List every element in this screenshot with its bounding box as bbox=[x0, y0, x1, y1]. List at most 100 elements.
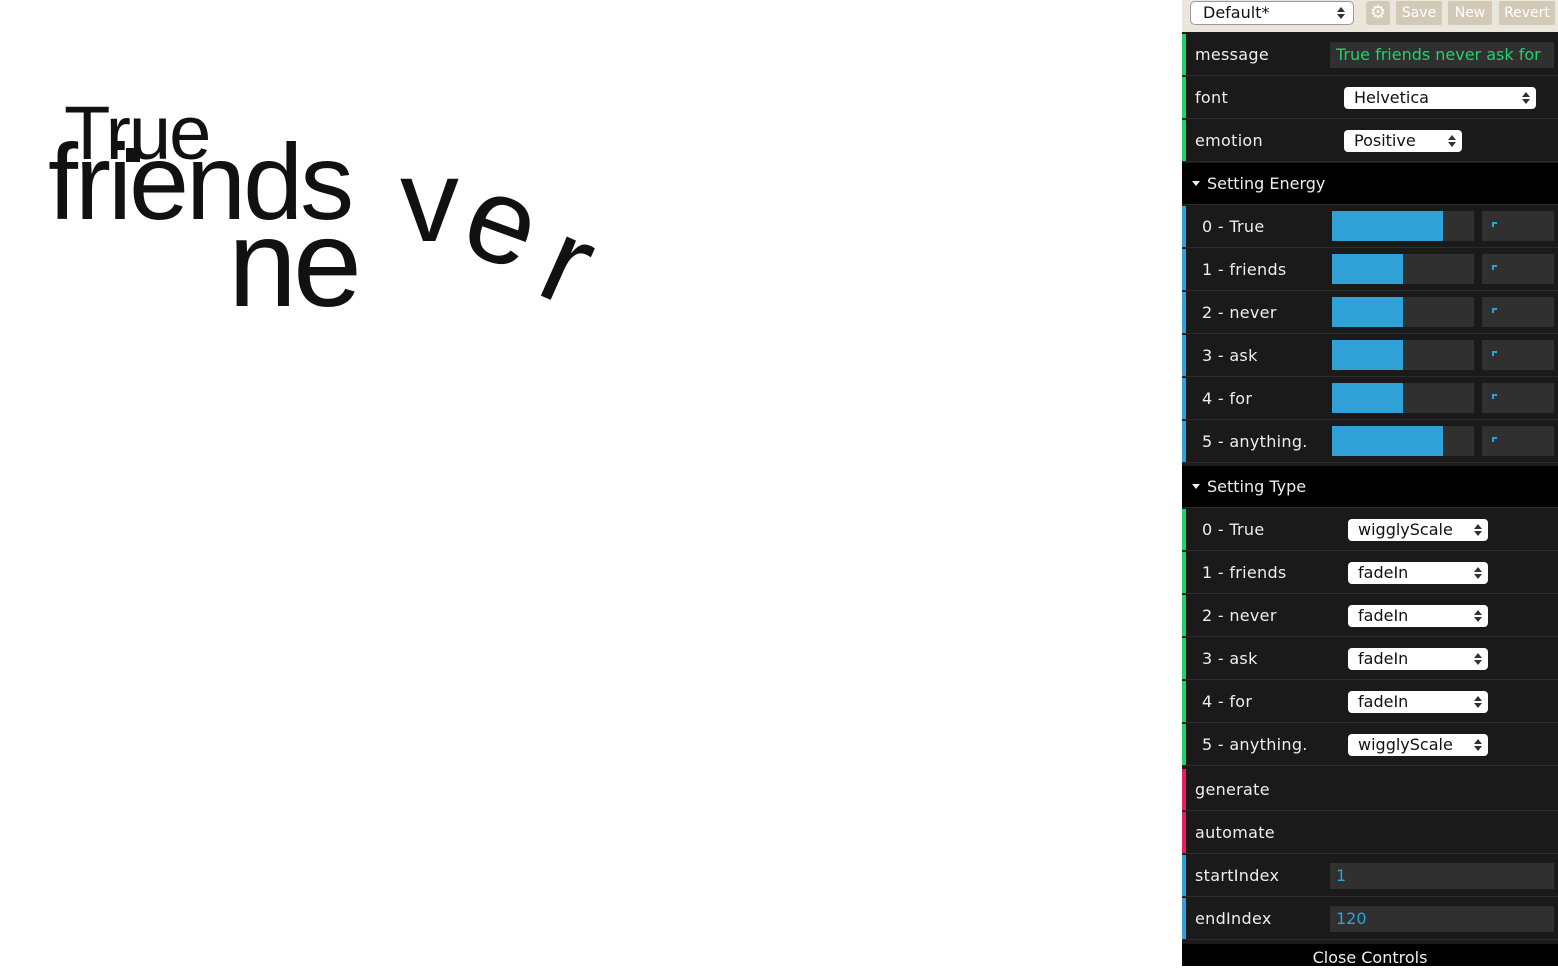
value-mark-icon bbox=[1492, 437, 1497, 442]
energy-value-input[interactable] bbox=[1482, 254, 1554, 284]
font-row: font Helvetica bbox=[1182, 77, 1558, 119]
energy-slider[interactable] bbox=[1332, 254, 1474, 284]
row-stripe bbox=[1182, 120, 1186, 161]
row-stripe bbox=[1182, 509, 1186, 550]
row-stripe bbox=[1182, 249, 1186, 290]
text-canvas: True friends ne v e r bbox=[0, 0, 1182, 966]
type-select[interactable]: fadeIn bbox=[1348, 691, 1488, 713]
select-arrows-icon bbox=[1448, 135, 1456, 147]
type-select[interactable]: fadeIn bbox=[1348, 605, 1488, 627]
energy-slider[interactable] bbox=[1332, 297, 1474, 327]
energy-row: 4 - for bbox=[1182, 378, 1558, 420]
value-mark-icon bbox=[1492, 265, 1497, 270]
type-row: 2 - never fadeIn bbox=[1182, 595, 1558, 637]
energy-value-input[interactable] bbox=[1482, 426, 1554, 456]
message-label: message bbox=[1195, 45, 1270, 64]
folder-setting-type[interactable]: Setting Type bbox=[1182, 466, 1558, 508]
energy-slider[interactable] bbox=[1332, 340, 1474, 370]
type-value: fadeIn bbox=[1358, 649, 1409, 668]
energy-label: 0 - True bbox=[1202, 217, 1265, 236]
select-arrows-icon bbox=[1522, 92, 1530, 104]
type-select[interactable]: wigglyScale bbox=[1348, 519, 1488, 541]
energy-row: 0 - True bbox=[1182, 206, 1558, 248]
row-stripe bbox=[1182, 552, 1186, 593]
type-row: 3 - ask fadeIn bbox=[1182, 638, 1558, 680]
slider-fill bbox=[1332, 254, 1403, 284]
gear-icon: ⚙ bbox=[1369, 2, 1387, 23]
type-value: fadeIn bbox=[1358, 606, 1409, 625]
emotion-select[interactable]: Positive bbox=[1344, 130, 1462, 152]
energy-value-input[interactable] bbox=[1482, 211, 1554, 241]
row-stripe bbox=[1182, 724, 1186, 765]
energy-row: 1 - friends bbox=[1182, 249, 1558, 291]
close-controls-button[interactable]: Close Controls bbox=[1182, 944, 1558, 967]
type-label: 0 - True bbox=[1202, 520, 1265, 539]
triangle-down-icon bbox=[1192, 484, 1200, 489]
energy-value-input[interactable] bbox=[1482, 340, 1554, 370]
energy-label: 5 - anything. bbox=[1202, 432, 1308, 451]
energy-value-input[interactable] bbox=[1482, 297, 1554, 327]
type-select[interactable]: fadeIn bbox=[1348, 562, 1488, 584]
type-select[interactable]: wigglyScale bbox=[1348, 734, 1488, 756]
emotion-row: emotion Positive bbox=[1182, 120, 1558, 162]
value-mark-icon bbox=[1492, 394, 1497, 399]
type-row: 5 - anything. wigglyScale bbox=[1182, 724, 1558, 766]
automate-button[interactable]: automate bbox=[1182, 812, 1558, 854]
emotion-label: emotion bbox=[1195, 131, 1263, 150]
save-button[interactable]: Save bbox=[1396, 1, 1442, 25]
select-arrows-icon bbox=[1337, 7, 1345, 19]
energy-slider[interactable] bbox=[1332, 383, 1474, 413]
row-stripe bbox=[1182, 206, 1186, 247]
start-index-row: startIndex 1 bbox=[1182, 855, 1558, 897]
row-stripe bbox=[1182, 681, 1186, 722]
message-input[interactable]: True friends never ask for bbox=[1330, 42, 1554, 68]
select-arrows-icon bbox=[1474, 610, 1482, 622]
folder-title: Setting Energy bbox=[1207, 174, 1326, 193]
select-arrows-icon bbox=[1474, 567, 1482, 579]
cursor-icon bbox=[126, 148, 140, 162]
energy-row: 2 - never bbox=[1182, 292, 1558, 334]
energy-slider[interactable] bbox=[1332, 426, 1474, 456]
emotion-value: Positive bbox=[1354, 131, 1416, 150]
type-label: 4 - for bbox=[1202, 692, 1253, 711]
end-index-row: endIndex 120 bbox=[1182, 898, 1558, 940]
row-stripe bbox=[1182, 378, 1186, 419]
preset-select[interactable]: Default* bbox=[1190, 1, 1354, 25]
row-stripe bbox=[1182, 421, 1186, 462]
gear-button[interactable]: ⚙ bbox=[1366, 1, 1390, 25]
energy-label: 4 - for bbox=[1202, 389, 1253, 408]
select-arrows-icon bbox=[1474, 524, 1482, 536]
type-label: 1 - friends bbox=[1202, 563, 1287, 582]
value-mark-icon bbox=[1492, 222, 1497, 227]
type-row: 1 - friends fadeIn bbox=[1182, 552, 1558, 594]
start-index-label: startIndex bbox=[1195, 866, 1280, 885]
row-stripe bbox=[1182, 77, 1186, 118]
folder-setting-energy[interactable]: Setting Energy bbox=[1182, 163, 1558, 205]
row-stripe bbox=[1182, 34, 1186, 75]
end-index-label: endIndex bbox=[1195, 909, 1272, 928]
energy-label: 1 - friends bbox=[1202, 260, 1287, 279]
type-value: fadeIn bbox=[1358, 563, 1409, 582]
row-stripe bbox=[1182, 769, 1186, 810]
type-row: 4 - for fadeIn bbox=[1182, 681, 1558, 723]
row-stripe bbox=[1182, 292, 1186, 333]
type-label: 5 - anything. bbox=[1202, 735, 1308, 754]
preset-value: Default* bbox=[1203, 3, 1270, 22]
end-index-input[interactable]: 120 bbox=[1330, 906, 1554, 932]
energy-value-input[interactable] bbox=[1482, 383, 1554, 413]
row-stripe bbox=[1182, 898, 1186, 939]
preset-toolbar: Default* ⚙ Save New Revert bbox=[1182, 0, 1558, 32]
type-label: 3 - ask bbox=[1202, 649, 1258, 668]
row-stripe bbox=[1182, 595, 1186, 636]
new-button[interactable]: New bbox=[1448, 1, 1492, 25]
generate-button[interactable]: generate bbox=[1182, 769, 1558, 811]
slider-fill bbox=[1332, 211, 1443, 241]
start-index-input[interactable]: 1 bbox=[1330, 863, 1554, 889]
energy-slider[interactable] bbox=[1332, 211, 1474, 241]
value-mark-icon bbox=[1492, 351, 1497, 356]
row-stripe bbox=[1182, 812, 1186, 853]
font-select[interactable]: Helvetica bbox=[1344, 87, 1536, 109]
revert-button[interactable]: Revert bbox=[1499, 1, 1555, 25]
type-select[interactable]: fadeIn bbox=[1348, 648, 1488, 670]
select-arrows-icon bbox=[1474, 653, 1482, 665]
